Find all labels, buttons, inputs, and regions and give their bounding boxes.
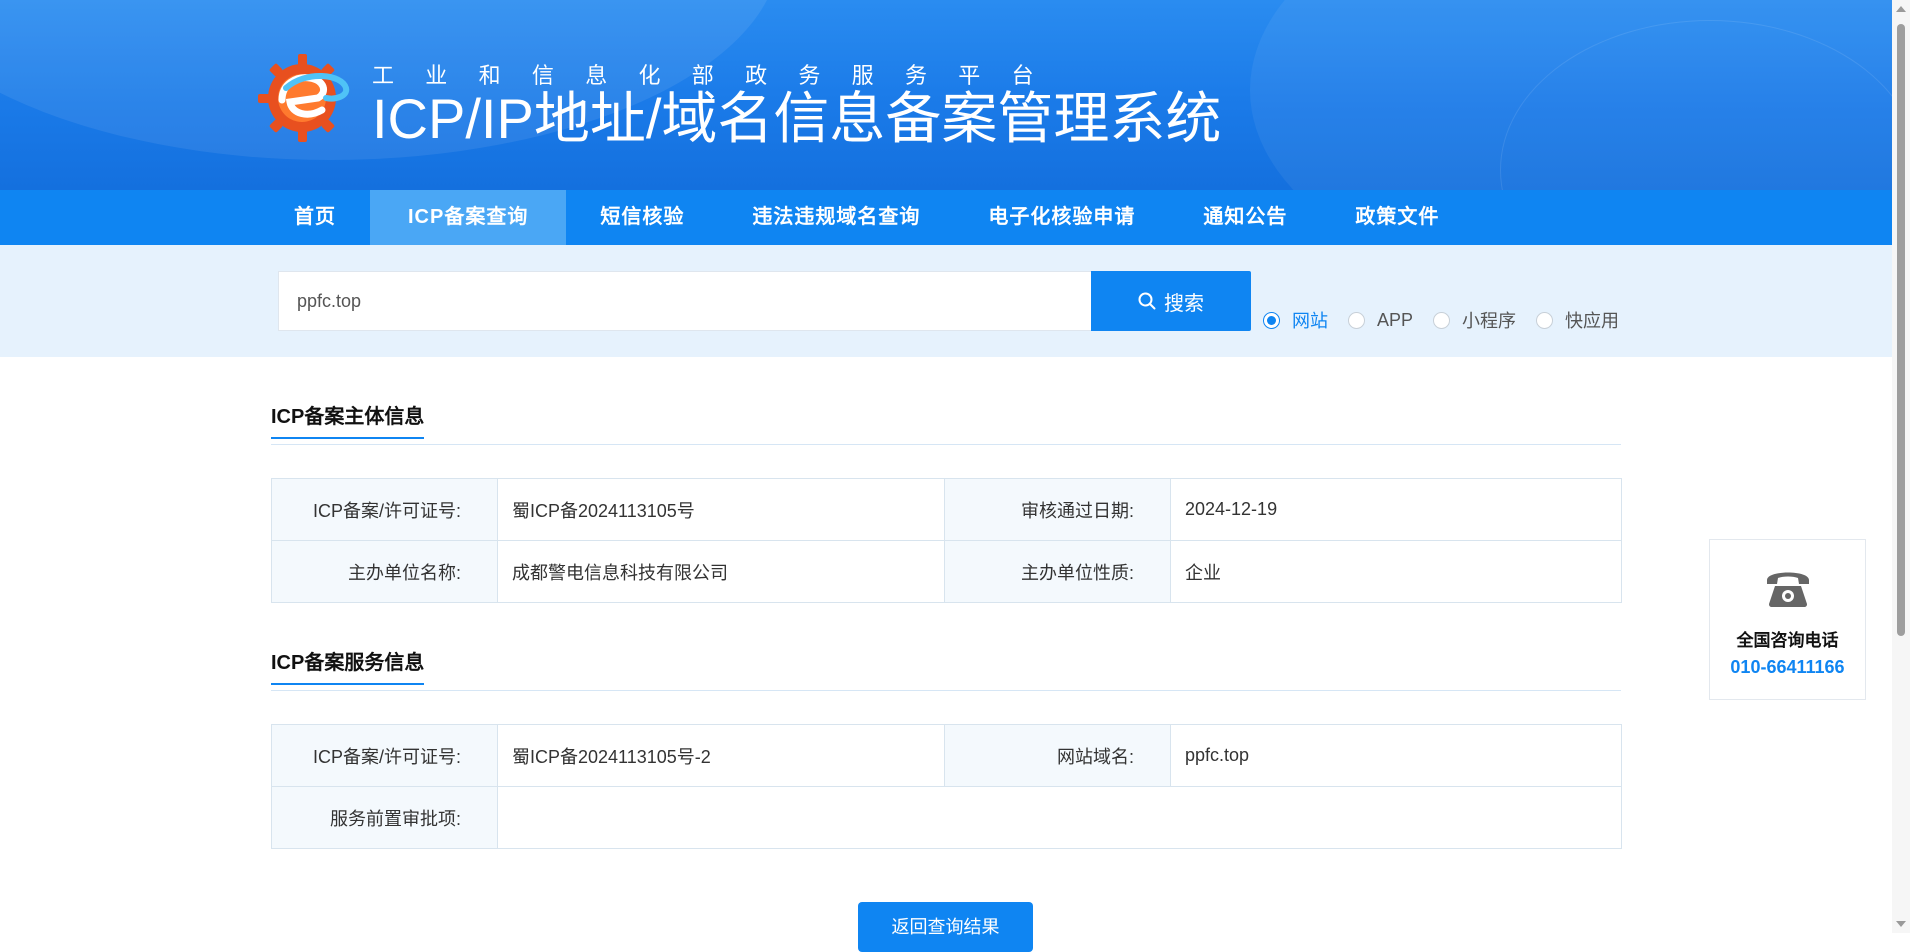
radio-circle-icon[interactable]	[1536, 311, 1554, 329]
nav-item[interactable]: 通知公告	[1169, 190, 1321, 245]
nav-item[interactable]: 政策文件	[1321, 190, 1473, 245]
license-label: ICP备案/许可证号:	[271, 478, 498, 541]
radio-circle-icon[interactable]	[1433, 311, 1451, 329]
domain-value: ppfc.top	[1170, 724, 1622, 787]
scroll-down-arrow-icon[interactable]	[1896, 921, 1906, 927]
consult-phone-number: 010-66411166	[1730, 657, 1845, 677]
radio-label: APP	[1377, 309, 1414, 330]
radio-label: 快应用	[1565, 311, 1620, 331]
service-license-label: ICP备案/许可证号:	[271, 724, 498, 787]
license-value: 蜀ICP备2024113105号	[497, 478, 945, 541]
preapprove-value	[497, 786, 1622, 849]
approve-date-value: 2024-12-19	[1170, 478, 1622, 541]
table-row: 主办单位名称: 成都警电信息科技有限公司 主办单位性质: 企业	[271, 540, 1622, 603]
main-nav: 首页 ICP备案查询 短信核验 违法违规域名查询 电子化核验申请 通知公告 政策文件	[0, 190, 1892, 245]
section-divider	[271, 690, 1621, 691]
nav-item[interactable]: 短信核验	[566, 190, 718, 245]
table-row: ICP备案/许可证号: 蜀ICP备2024113105号-2 网站域名: ppf…	[271, 724, 1622, 787]
service-info-table: ICP备案/许可证号: 蜀ICP备2024113105号-2 网站域名: ppf…	[271, 724, 1622, 849]
subject-title-text: ICP备案主体信息	[271, 406, 425, 428]
nav-item[interactable]: 违法违规域名查询	[718, 190, 954, 245]
service-title-text: ICP备案服务信息	[271, 652, 425, 674]
header-banner: 工业和信息化部政务服务平台 ICP/IP地址/域名信息备案管理系统	[0, 0, 1892, 190]
radio-label: 小程序	[1462, 311, 1517, 331]
section-underline	[271, 437, 425, 439]
domain-label: 网站域名:	[944, 724, 1171, 787]
search-area: 搜索 网站 APP 小程序 快应用	[0, 245, 1892, 357]
scrollbar-thumb[interactable]	[1897, 24, 1905, 636]
search-type-radio[interactable]: 网站	[1263, 307, 1328, 333]
section-divider	[271, 444, 1621, 445]
subject-info-table: ICP备案/许可证号: 蜀ICP备2024113105号 审核通过日期: 202…	[271, 478, 1622, 603]
org-label: 主办单位名称:	[271, 540, 498, 603]
radio-label: 网站	[1292, 311, 1328, 331]
search-input[interactable]	[278, 271, 1092, 331]
back-to-results-button[interactable]: 返回查询结果	[858, 902, 1033, 952]
table-row: 服务前置审批项:	[271, 786, 1622, 849]
org-nature-value: 企业	[1170, 540, 1622, 603]
system-title: ICP/IP地址/域名信息备案管理系统	[372, 87, 1222, 150]
org-value: 成都警电信息科技有限公司	[497, 540, 945, 603]
approve-date-label: 审核通过日期:	[944, 478, 1171, 541]
miit-logo-icon	[258, 54, 350, 142]
telephone-icon	[1767, 572, 1809, 607]
nav-item[interactable]: 电子化核验申请	[954, 190, 1169, 245]
consult-hotline-widget[interactable]: 全国咨询电话 010-66411166	[1709, 539, 1866, 700]
search-icon	[1138, 292, 1156, 310]
search-type-radio[interactable]: 快应用	[1536, 307, 1619, 333]
section-underline	[271, 683, 425, 685]
search-button-label: 搜索	[1164, 292, 1204, 315]
subject-section-title: ICP备案主体信息	[271, 400, 425, 439]
consult-title: 全国咨询电话	[1736, 631, 1839, 650]
nav-item[interactable]: ICP备案查询	[370, 190, 567, 245]
org-nature-label: 主办单位性质:	[944, 540, 1171, 603]
nav-item[interactable]: 首页	[260, 190, 370, 245]
search-type-radio[interactable]: 小程序	[1433, 307, 1516, 333]
search-button[interactable]: 搜索	[1091, 271, 1251, 331]
page-scrollbar[interactable]	[1892, 0, 1910, 933]
preapprove-label: 服务前置审批项:	[271, 786, 498, 849]
radio-circle-icon[interactable]	[1348, 311, 1365, 329]
table-row: ICP备案/许可证号: 蜀ICP备2024113105号 审核通过日期: 202…	[271, 478, 1622, 541]
search-type-group: 网站 APP 小程序 快应用	[1263, 307, 1639, 333]
radio-circle-icon[interactable]	[1263, 311, 1280, 329]
scroll-up-arrow-icon[interactable]	[1896, 6, 1906, 12]
service-license-value: 蜀ICP备2024113105号-2	[497, 724, 945, 787]
service-section-title: ICP备案服务信息	[271, 646, 425, 685]
search-type-radio[interactable]: APP	[1348, 310, 1413, 331]
